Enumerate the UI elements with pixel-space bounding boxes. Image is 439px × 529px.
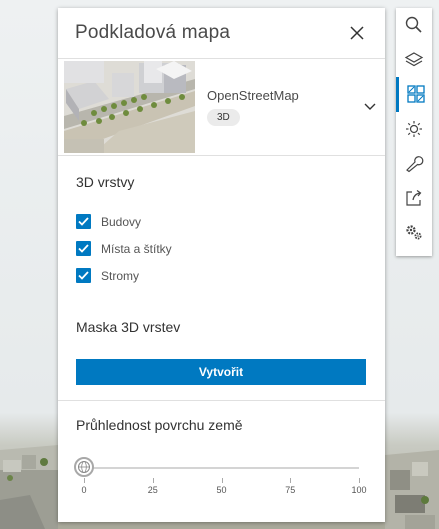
- checkbox-checked[interactable]: [76, 241, 91, 256]
- layers-tool-button[interactable]: [396, 43, 432, 78]
- layers-title: 3D vrstvy: [76, 174, 135, 190]
- basemap-3d-badge: 3D: [207, 109, 240, 126]
- slider-tick-label: 50: [216, 485, 227, 495]
- search-icon: [405, 17, 422, 33]
- panel-header: Podkladová mapa: [58, 8, 385, 59]
- layers-icon: [404, 52, 424, 66]
- layer-label: Budovy: [101, 214, 142, 229]
- chevron-down-icon: [364, 103, 376, 110]
- panel-title: Podkladová mapa: [75, 22, 231, 43]
- daylight-tool-button[interactable]: [396, 112, 432, 147]
- search-tool-button[interactable]: [396, 8, 432, 43]
- wrench-tool-button[interactable]: [396, 146, 432, 181]
- check-icon: [78, 217, 89, 226]
- slider-tick: [84, 478, 85, 483]
- slider-tick-label: 25: [147, 485, 158, 495]
- basemap-panel: Podkladová mapa OpenStreetMap 3D 3D vrst…: [58, 8, 385, 522]
- layer-label: Místa a štítky: [101, 241, 172, 256]
- divider: [58, 400, 385, 401]
- layer-checkbox-buildings[interactable]: Budovy: [76, 208, 367, 235]
- check-icon: [78, 244, 89, 253]
- slider-tick-label: 100: [351, 485, 367, 495]
- settings-tool-button[interactable]: [396, 215, 432, 250]
- basemap-selector[interactable]: OpenStreetMap 3D: [58, 59, 385, 156]
- transparency-slider[interactable]: 0 25 50 75 100: [74, 457, 367, 500]
- daylight-icon: [406, 120, 422, 137]
- slider-tick: [359, 478, 360, 483]
- layer-checkbox-places[interactable]: Místa a štítky: [76, 235, 367, 262]
- close-icon: [350, 26, 364, 40]
- globe-icon: [78, 461, 90, 473]
- settings-icon: [406, 225, 422, 240]
- slider-tick-label: 75: [285, 485, 296, 495]
- wrench-icon: [406, 156, 424, 173]
- basemap-expand-button[interactable]: [355, 103, 385, 111]
- slider-tick: [290, 478, 292, 483]
- slider-tick: [152, 478, 154, 483]
- slider-tick: [221, 478, 223, 483]
- mask-title: Maska 3D vrstev: [76, 319, 181, 335]
- basemap-icon: [406, 85, 425, 103]
- toolbar: [396, 8, 432, 256]
- share-icon: [406, 189, 422, 206]
- layer-label: Stromy: [101, 268, 140, 283]
- create-mask-button[interactable]: Vytvořit: [76, 359, 366, 385]
- checkbox-checked[interactable]: [76, 268, 91, 283]
- close-button[interactable]: [337, 13, 377, 53]
- check-icon: [78, 271, 89, 280]
- basemap-thumbnail: [64, 61, 195, 153]
- slider-track[interactable]: [84, 467, 359, 469]
- checkbox-checked[interactable]: [76, 214, 91, 229]
- slider-handle[interactable]: [74, 457, 94, 477]
- basemap-tool-button[interactable]: [396, 77, 432, 112]
- slider-tick-label: 0: [81, 485, 87, 495]
- share-tool-button[interactable]: [396, 181, 432, 216]
- basemap-name: OpenStreetMap: [207, 88, 299, 103]
- layer-checkbox-trees[interactable]: Stromy: [76, 262, 367, 289]
- transparency-title: Průhlednost povrchu země: [76, 417, 243, 433]
